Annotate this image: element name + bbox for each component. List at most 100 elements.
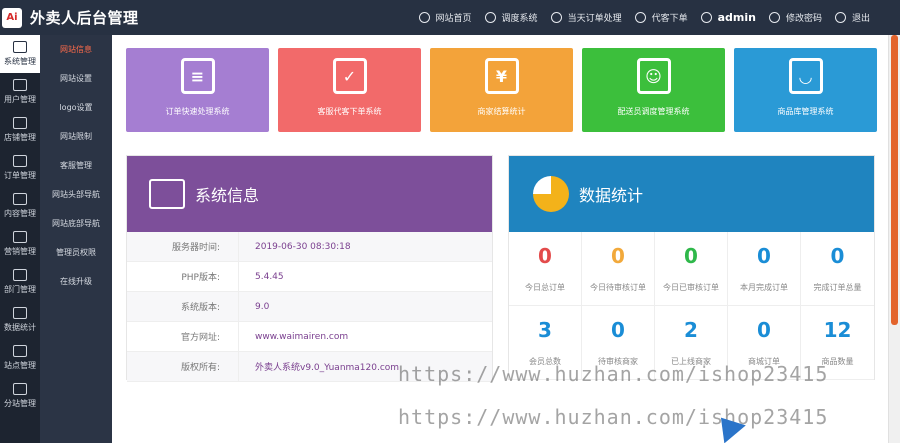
- stat-label: 今日已审核订单: [663, 283, 719, 292]
- info-label: 官方网址:: [127, 322, 239, 351]
- nav-home[interactable]: 网站首页: [418, 11, 472, 24]
- scrollbar-thumb[interactable]: [891, 35, 898, 325]
- users-icon: [13, 79, 27, 91]
- nav-logout-label: 退出: [851, 14, 870, 24]
- stat-label: 完成订单总量: [813, 283, 862, 292]
- tile-proxy-order[interactable]: ✓ 客服代客下单系统: [278, 48, 421, 132]
- sidebar-item-label: 营销管理: [4, 247, 36, 256]
- system-info-banner: 系统信息: [127, 156, 492, 232]
- yen-icon: ¥: [484, 58, 519, 94]
- info-label: 服务器时间:: [127, 232, 239, 261]
- document-icon: [13, 155, 27, 167]
- stat-label: 今日总订单: [525, 283, 565, 292]
- settings-window-icon: [149, 179, 185, 209]
- sidebar-item-marketing[interactable]: 营销管理: [0, 225, 40, 263]
- stat-month-completed[interactable]: 0 本月完成订单: [728, 232, 801, 306]
- sidebar-item-statistics[interactable]: 数据统计: [0, 301, 40, 339]
- nav-home-label: 网站首页: [435, 14, 472, 24]
- tile-product-library[interactable]: ◡ 商品库管理系统: [734, 48, 877, 132]
- subnav-site-settings[interactable]: 网站设置: [40, 64, 112, 93]
- grid-icon: [13, 193, 27, 205]
- stat-label: 本月完成订单: [740, 283, 788, 292]
- nav-proxy-order[interactable]: 代客下单: [634, 11, 688, 24]
- sidebar-item-users[interactable]: 用户管理: [0, 73, 40, 111]
- stat-value: 0: [684, 244, 698, 268]
- proxy-order-icon: [634, 12, 646, 23]
- subnav-admin-permissions[interactable]: 管理员权限: [40, 238, 112, 267]
- watermark-text: https://www.huzhan.com/ishop23415: [398, 405, 829, 429]
- stats-panel: 数据统计 0 今日总订单 0 今日待审核订单 0 今日已审核订单 0 本月完成订单 0 完…: [508, 155, 875, 380]
- main-sidebar: 系统管理 用户管理 店铺管理 订单管理 内容管理 营销管理 部门管理 数据统计 …: [0, 35, 40, 443]
- subnav-site-info[interactable]: 网站信息: [40, 35, 112, 64]
- stat-value: 2: [684, 318, 698, 342]
- bag-icon: ◡: [788, 58, 823, 94]
- nav-logout[interactable]: 退出: [834, 11, 870, 24]
- system-info-title: 系统信息: [195, 186, 260, 205]
- stats-title: 数据统计: [579, 186, 644, 205]
- sidebar-item-shops[interactable]: 店铺管理: [0, 111, 40, 149]
- sidebar-item-content[interactable]: 内容管理: [0, 187, 40, 225]
- stat-label: 今日待审核订单: [590, 283, 646, 292]
- sidebar-item-label: 部门管理: [4, 285, 36, 294]
- nav-dispatch[interactable]: 调度系统: [484, 11, 538, 24]
- sidebar-item-label: 站点管理: [4, 361, 36, 370]
- sidebar-item-sites[interactable]: 站点管理: [0, 339, 40, 377]
- nav-today-orders[interactable]: 当天订单处理: [550, 11, 622, 24]
- store-icon: [13, 345, 27, 357]
- sidebar-item-label: 店铺管理: [4, 133, 36, 142]
- sidebar-item-orders[interactable]: 订单管理: [0, 149, 40, 187]
- info-row: PHP版本: 5.4.45: [127, 262, 492, 292]
- tile-fast-order[interactable]: ≡ 订单快速处理系统: [126, 48, 269, 132]
- nav-change-password[interactable]: 修改密码: [768, 11, 822, 24]
- stat-value: 0: [757, 318, 771, 342]
- nav-proxy-order-label: 代客下单: [651, 14, 688, 24]
- home-icon: [418, 12, 430, 23]
- subnav-customer-service[interactable]: 客服管理: [40, 151, 112, 180]
- sidebar-item-label: 用户管理: [4, 95, 36, 104]
- subnav-online-upgrade[interactable]: 在线升级: [40, 267, 112, 296]
- tile-courier-dispatch[interactable]: ☺ 配送员调度管理系统: [582, 48, 725, 132]
- copyright-link[interactable]: 外卖人系统v9.0_Yuanma120.com: [239, 360, 399, 373]
- stat-value: 0: [611, 318, 625, 342]
- monitor-icon: [13, 41, 27, 53]
- stat-total-completed[interactable]: 0 完成订单总量: [801, 232, 874, 306]
- app-title: 外卖人后台管理: [30, 9, 139, 27]
- info-row: 官方网址: www.waimairen.com: [127, 322, 492, 352]
- subnav-header-nav[interactable]: 网站头部导航: [40, 180, 112, 209]
- tile-label: 订单快速处理系统: [165, 107, 230, 116]
- check-icon: ✓: [332, 58, 367, 94]
- subnav-site-limits[interactable]: 网站限制: [40, 122, 112, 151]
- link-icon: [13, 269, 27, 281]
- courier-icon: ☺: [636, 58, 671, 94]
- top-header: Ai 外卖人后台管理 网站首页 调度系统 当天订单处理 代客下单 admin 修…: [0, 0, 900, 35]
- sub-sidebar: 网站信息 网站设置 logo设置 网站限制 客服管理 网站头部导航 网站底部导航…: [40, 35, 112, 443]
- branch-icon: [13, 383, 27, 395]
- vertical-scrollbar[interactable]: [888, 35, 900, 443]
- quick-tiles: ≡ 订单快速处理系统 ✓ 客服代客下单系统 ¥ 商家结算统计 ☺ 配送员调度管理…: [126, 48, 877, 132]
- list-icon: ≡: [180, 58, 215, 94]
- sidebar-item-system[interactable]: 系统管理: [0, 35, 40, 73]
- nav-change-password-label: 修改密码: [785, 14, 822, 24]
- sidebar-item-label: 订单管理: [4, 171, 36, 180]
- nav-user[interactable]: admin: [700, 11, 756, 24]
- tile-label: 配送员调度管理系统: [617, 107, 690, 116]
- sidebar-item-label: 数据统计: [4, 323, 36, 332]
- official-site-link[interactable]: www.waimairen.com: [239, 332, 348, 342]
- dispatch-icon: [484, 12, 496, 23]
- stat-today-pending[interactable]: 0 今日待审核订单: [582, 232, 655, 306]
- stat-value: 0: [757, 244, 771, 268]
- bar-chart-icon: [13, 307, 27, 319]
- sidebar-item-departments[interactable]: 部门管理: [0, 263, 40, 301]
- top-nav: 网站首页 调度系统 当天订单处理 代客下单 admin 修改密码 退出: [418, 0, 870, 35]
- info-row: 服务器时间: 2019-06-30 08:30:18: [127, 232, 492, 262]
- sidebar-item-substations[interactable]: 分站管理: [0, 377, 40, 415]
- system-info-panel: 系统信息 服务器时间: 2019-06-30 08:30:18 PHP版本: 5.4…: [126, 155, 493, 382]
- info-label: 系统版本:: [127, 292, 239, 321]
- tile-merchant-settlement[interactable]: ¥ 商家结算统计: [430, 48, 573, 132]
- stat-today-orders[interactable]: 0 今日总订单: [509, 232, 582, 306]
- subnav-logo-settings[interactable]: logo设置: [40, 93, 112, 122]
- nav-today-orders-label: 当天订单处理: [567, 14, 622, 24]
- stat-today-approved[interactable]: 0 今日已审核订单: [655, 232, 728, 306]
- nav-dispatch-label: 调度系统: [501, 14, 538, 24]
- subnav-footer-nav[interactable]: 网站底部导航: [40, 209, 112, 238]
